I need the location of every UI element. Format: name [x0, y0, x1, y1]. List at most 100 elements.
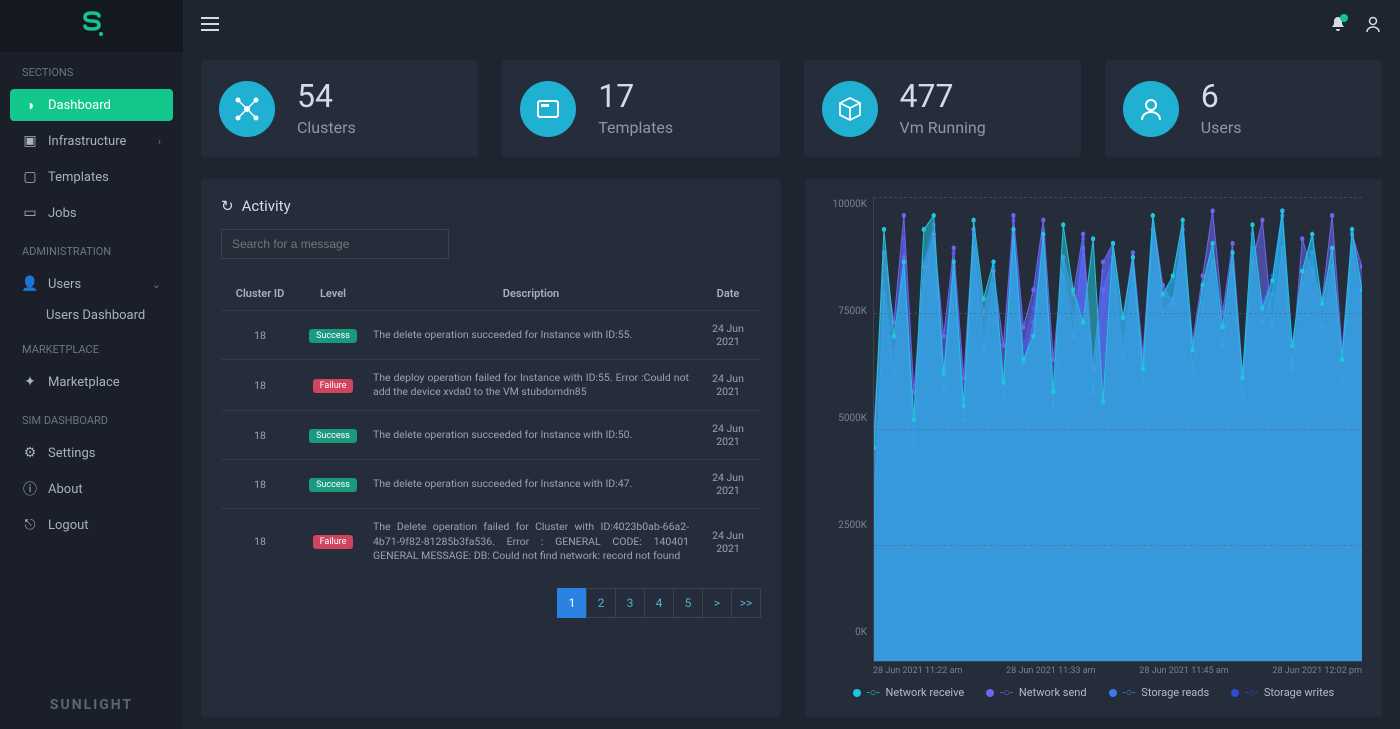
jobs-icon: ▭ — [22, 205, 38, 221]
stat-cards: 54 Clusters 17 Templates 477 — [201, 60, 1382, 157]
cell-level: Failure — [299, 360, 367, 411]
col-desc: Description — [367, 277, 695, 311]
chevron-down-icon: ⌄ — [152, 278, 161, 291]
stat-value: 17 — [598, 80, 673, 112]
gauge-icon: ◑ — [22, 97, 38, 113]
page-button[interactable]: 4 — [644, 588, 674, 618]
legend-label: Storage writes — [1264, 686, 1334, 699]
page-button[interactable]: 3 — [615, 588, 645, 618]
col-cluster: Cluster ID — [221, 277, 299, 311]
nav-templates[interactable]: ▢ Templates — [10, 161, 173, 193]
profile-button[interactable] — [1364, 15, 1382, 37]
logo-box — [0, 0, 183, 52]
nav-label: Settings — [48, 446, 95, 461]
legend-label: Network send — [1019, 686, 1087, 699]
nav-dashboard[interactable]: ◑ Dashboard — [10, 89, 173, 121]
menu-toggle[interactable] — [201, 17, 219, 35]
stat-card-users: 6 Users — [1105, 60, 1382, 157]
section-label-admin: ADMINISTRATION — [0, 231, 183, 266]
col-level: Level — [299, 277, 367, 311]
legend-label: Storage reads — [1141, 686, 1209, 699]
cell-date: 24 Jun 2021 — [695, 360, 761, 411]
stat-label: Vm Running — [900, 118, 986, 137]
pagination: 12345>>> — [558, 588, 761, 618]
legend-network-send: -○-Network send — [986, 686, 1086, 699]
x-axis: 28 Jun 2021 11:22 am 28 Jun 2021 11:33 am… — [825, 662, 1362, 676]
cell-cluster-id: 18 — [221, 460, 299, 509]
cell-level: Success — [299, 460, 367, 509]
cell-date: 24 Jun 2021 — [695, 311, 761, 360]
stat-label: Templates — [598, 118, 673, 137]
legend-storage-writes: -○-Storage writes — [1231, 686, 1334, 699]
nav-label: About — [48, 482, 83, 497]
nav-label: Infrastructure — [48, 134, 126, 149]
activity-title: ↻ Activity — [221, 197, 761, 215]
level-badge: Failure — [313, 379, 354, 393]
cell-cluster-id: 18 — [221, 360, 299, 411]
cell-description: The delete operation succeeded for Insta… — [367, 311, 695, 360]
chart-plot — [873, 197, 1362, 662]
cell-level: Success — [299, 411, 367, 460]
cell-level: Success — [299, 311, 367, 360]
cell-level: Failure — [299, 509, 367, 574]
nav-label: Marketplace — [48, 375, 120, 390]
logout-icon: ⎋ — [22, 517, 38, 533]
nav-infrastructure[interactable]: ▣ Infrastructure › — [10, 125, 173, 157]
page-button[interactable]: 5 — [673, 588, 703, 618]
clusters-icon — [219, 81, 275, 137]
y-axis: 10000K7500K5000K2500K0K — [825, 197, 873, 662]
x-tick: 28 Jun 2021 11:33 am — [1006, 666, 1095, 676]
chart-area: 10000K7500K5000K2500K0K — [825, 197, 1362, 662]
nav-users[interactable]: 👤 Users ⌄ — [10, 268, 173, 300]
level-badge: Success — [309, 329, 357, 343]
page-button[interactable]: > — [702, 588, 732, 618]
table-row: 18 Failure The Delete operation failed f… — [221, 509, 761, 574]
table-row: 18 Success The delete operation succeede… — [221, 460, 761, 509]
x-tick: 28 Jun 2021 11:45 am — [1139, 666, 1228, 676]
nav-marketplace[interactable]: ✦ Marketplace — [10, 366, 173, 398]
panels-row: ↻ Activity Cluster ID Level Description … — [201, 179, 1382, 717]
x-tick: 28 Jun 2021 11:22 am — [873, 666, 962, 676]
level-badge: Failure — [313, 535, 354, 549]
user-icon: 👤 — [22, 276, 38, 292]
sidebar: SECTIONS ◑ Dashboard ▣ Infrastructure › … — [0, 0, 183, 729]
y-tick: 7500K — [838, 306, 867, 317]
nav-settings[interactable]: ⚙ Settings — [10, 437, 173, 469]
menu-icon — [201, 17, 219, 31]
notifications-button[interactable] — [1330, 16, 1346, 36]
gridline — [874, 429, 1362, 430]
level-badge: Success — [309, 429, 357, 443]
nav-logout[interactable]: ⎋ Logout — [10, 509, 173, 541]
y-tick: 5000K — [838, 413, 867, 424]
activity-title-text: Activity — [242, 197, 291, 215]
y-tick: 2500K — [838, 520, 867, 531]
nav-users-dashboard[interactable]: Users Dashboard — [10, 302, 173, 329]
stat-card-vm: 477 Vm Running — [804, 60, 1081, 157]
page-button[interactable]: >> — [731, 588, 761, 618]
nav-about[interactable]: ⓘ About — [10, 473, 173, 505]
notification-dot — [1340, 14, 1348, 22]
nav-label: Dashboard — [48, 98, 111, 113]
cell-description: The Delete operation failed for Cluster … — [367, 509, 695, 574]
table-row: 18 Success The delete operation succeede… — [221, 411, 761, 460]
cell-description: The delete operation succeeded for Insta… — [367, 411, 695, 460]
activity-search-input[interactable] — [221, 229, 449, 259]
templates-icon — [520, 81, 576, 137]
section-label-marketplace: MARKETPLACE — [0, 329, 183, 364]
legend-label: Network receive — [886, 686, 965, 699]
cell-description: The delete operation succeeded for Insta… — [367, 460, 695, 509]
stat-value: 6 — [1201, 80, 1242, 112]
refresh-icon: ↻ — [221, 197, 234, 215]
table-row: 18 Failure The deploy operation failed f… — [221, 360, 761, 411]
nav-label: Jobs — [48, 206, 77, 221]
nav-jobs[interactable]: ▭ Jobs — [10, 197, 173, 229]
chevron-right-icon: › — [158, 135, 161, 148]
page-button[interactable]: 2 — [586, 588, 616, 618]
users-icon — [1123, 81, 1179, 137]
cell-cluster-id: 18 — [221, 311, 299, 360]
page-button[interactable]: 1 — [557, 588, 587, 618]
legend-network-receive: -○-Network receive — [853, 686, 964, 699]
info-icon: ⓘ — [22, 481, 38, 497]
x-tick: 28 Jun 2021 12:02 pm — [1272, 666, 1362, 676]
nav-label: Users — [48, 277, 81, 292]
